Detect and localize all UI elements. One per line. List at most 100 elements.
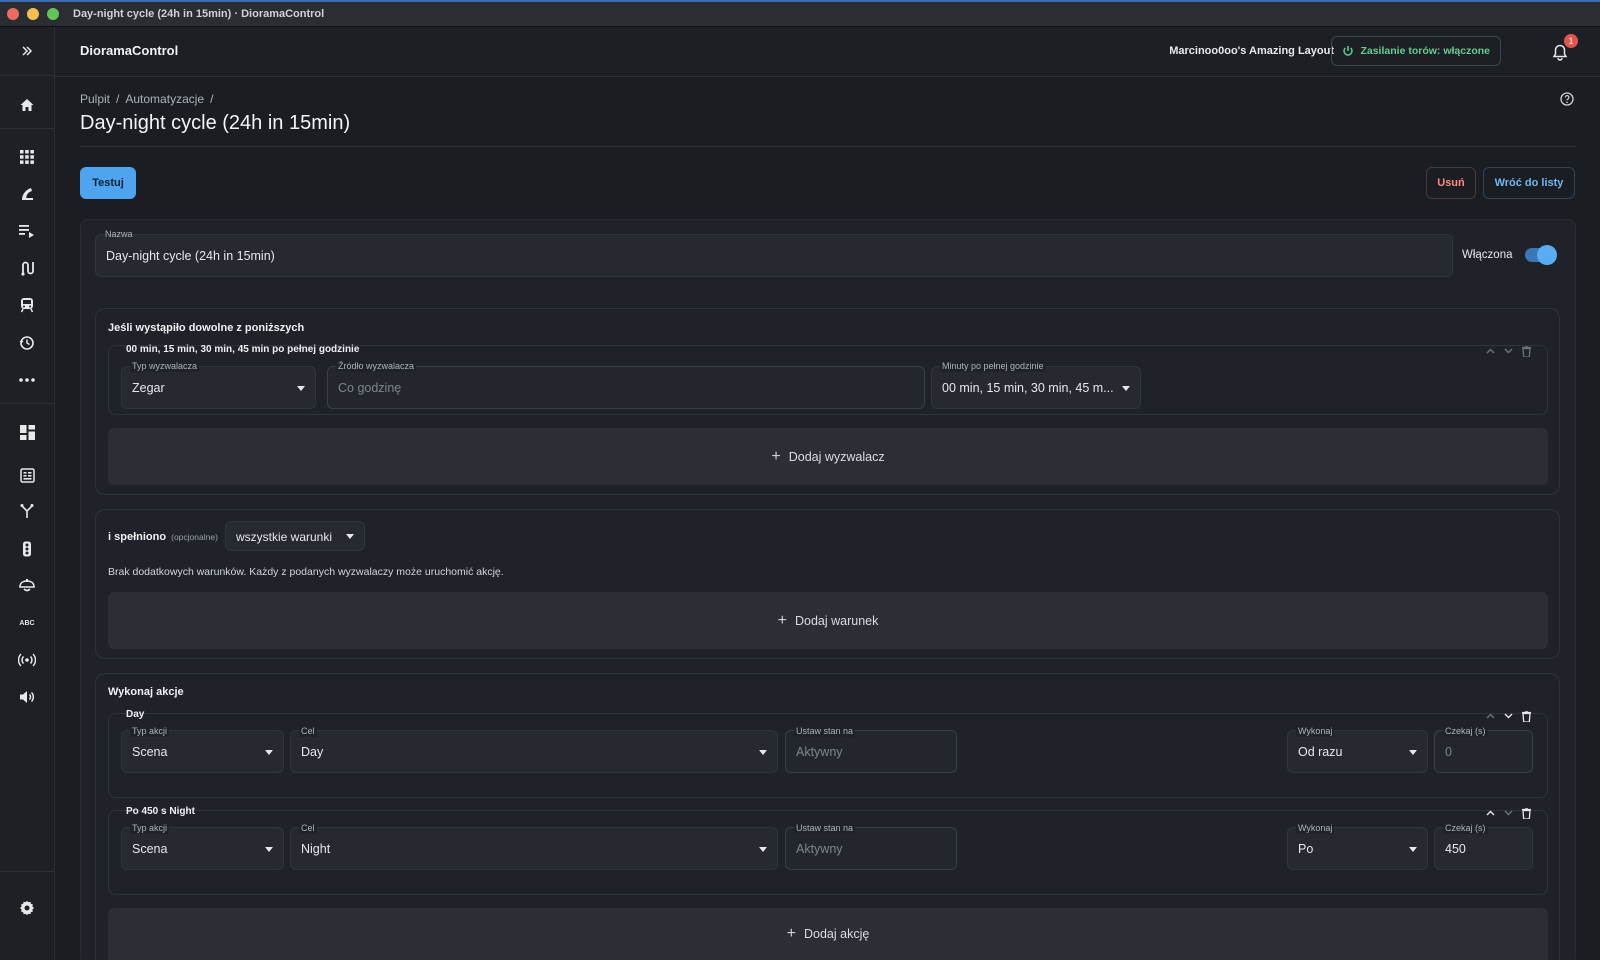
- trigger-type-label: Typ wyzwalacza: [130, 360, 200, 372]
- action-item-controls: [1485, 807, 1531, 819]
- layout-name[interactable]: Marcinoo0oo's Amazing Layout: [1169, 45, 1334, 57]
- conditions-mode-select[interactable]: wszystkie warunki: [225, 521, 365, 551]
- action-target-value: Day: [301, 744, 324, 759]
- dashboard-icon[interactable]: [14, 419, 40, 445]
- delete-icon[interactable]: [1521, 807, 1531, 819]
- power-icon: [1343, 46, 1354, 56]
- plus-icon: +: [786, 925, 796, 942]
- move-up-icon[interactable]: [1485, 711, 1495, 721]
- action-exec-value: Po: [1298, 841, 1314, 856]
- trigger-source-input[interactable]: Co godzinę: [327, 366, 925, 409]
- conditions-title: i spełniono (opcjonalne): [108, 531, 218, 543]
- track-power-button[interactable]: Zasilanie torów: włączone: [1331, 36, 1501, 66]
- delete-icon[interactable]: [1521, 710, 1531, 722]
- train-icon[interactable]: [14, 292, 40, 318]
- turnout-icon[interactable]: [14, 181, 40, 207]
- action-target-select[interactable]: Night: [290, 827, 778, 870]
- dropdown-caret-icon: [759, 846, 767, 852]
- trigger-source-label: Źródło wyzwalacza: [336, 360, 417, 372]
- action-item-title: Po 450 s Night: [126, 806, 195, 817]
- conditions-mode-value: wszystkie warunki: [236, 530, 333, 544]
- home-icon[interactable]: [14, 92, 40, 118]
- action-state-label: Ustaw stan na: [794, 725, 856, 737]
- trigger-item-controls: [1485, 345, 1531, 357]
- breadcrumb-item-dashboard[interactable]: Pulpit: [80, 92, 110, 106]
- routes-icon[interactable]: [14, 255, 40, 281]
- expand-icon[interactable]: [14, 38, 40, 64]
- add-trigger-button[interactable]: + Dodaj wyzwalacz: [108, 428, 1548, 485]
- dropdown-caret-icon: [265, 846, 273, 852]
- minutes-value: 00 min, 15 min, 30 min, 45 m...: [942, 380, 1114, 395]
- maximize-window-button[interactable]: [47, 8, 59, 20]
- window-controls: [7, 8, 59, 20]
- move-up-icon[interactable]: [1485, 808, 1495, 818]
- broadcast-icon[interactable]: [14, 647, 40, 673]
- move-down-icon[interactable]: [1503, 808, 1513, 818]
- grid-icon[interactable]: [14, 144, 40, 170]
- dropdown-caret-icon: [346, 534, 354, 539]
- toggle-knob: [1537, 245, 1557, 265]
- trigger-source-value: Co godzinę: [338, 380, 402, 395]
- conditions-title-text: i spełniono: [108, 531, 167, 543]
- action-target-select[interactable]: Day: [290, 730, 778, 773]
- abc-text: ABC: [19, 619, 35, 627]
- help-icon[interactable]: [1560, 92, 1576, 108]
- action-target-label: Cel: [299, 725, 317, 737]
- add-condition-button[interactable]: + Dodaj warunek: [108, 592, 1548, 649]
- add-action-button[interactable]: + Dodaj akcję: [108, 908, 1548, 960]
- close-window-button[interactable]: [7, 8, 19, 20]
- sidebar: ABC: [0, 27, 55, 960]
- action-exec-label: Wykonaj: [1296, 725, 1335, 737]
- lamp-icon[interactable]: [14, 573, 40, 599]
- back-to-list-button[interactable]: Wróć do listy: [1483, 167, 1575, 199]
- trigger-type-value: Zegar: [132, 380, 165, 395]
- enabled-label: Włączona: [1462, 249, 1513, 261]
- branch-icon[interactable]: [14, 498, 40, 524]
- window-title: Day-night cycle (24h in 15min) · Diorama…: [73, 8, 325, 20]
- add-action-label: Dodaj akcję: [804, 927, 870, 941]
- dropdown-caret-icon: [1122, 385, 1130, 391]
- action-wait-label: Czekaj (s): [1443, 822, 1488, 834]
- notification-badge: 1: [1564, 34, 1578, 48]
- minutes-select[interactable]: 00 min, 15 min, 30 min, 45 m...: [931, 366, 1141, 409]
- abc-icon[interactable]: ABC: [14, 610, 40, 636]
- move-down-icon[interactable]: [1503, 711, 1513, 721]
- panel-icon[interactable]: [14, 462, 40, 488]
- minimize-window-button[interactable]: [27, 8, 39, 20]
- action-exec-label: Wykonaj: [1296, 822, 1335, 834]
- move-down-icon[interactable]: [1503, 346, 1513, 356]
- test-button[interactable]: Testuj: [80, 167, 136, 199]
- triggers-title: Jeśli wystąpiło dowolne z poniższych: [108, 322, 305, 334]
- add-trigger-label: Dodaj wyzwalacz: [788, 449, 885, 464]
- conditions-info-text: Brak dodatkowych warunków. Każdy z podan…: [108, 566, 504, 578]
- app-name: DioramaControl: [80, 43, 179, 58]
- minutes-label: Minuty po pełnej godzinie: [940, 360, 1046, 372]
- name-field[interactable]: Day-night cycle (24h in 15min): [95, 234, 1453, 277]
- delete-button[interactable]: Usuń: [1426, 167, 1476, 199]
- enabled-toggle[interactable]: [1525, 245, 1557, 265]
- action-target-label: Cel: [299, 822, 317, 834]
- breadcrumb-separator: /: [210, 92, 214, 106]
- automation-icon[interactable]: [14, 330, 40, 356]
- notifications-button[interactable]: 1: [1548, 34, 1578, 64]
- breadcrumb: Pulpit / Automatyzacje /: [80, 92, 213, 106]
- playlist-icon[interactable]: [14, 218, 40, 244]
- plus-icon: +: [777, 611, 787, 629]
- breadcrumb-item-automations[interactable]: Automatyzacje: [125, 92, 204, 106]
- dropdown-caret-icon: [1409, 749, 1417, 755]
- delete-icon[interactable]: [1521, 345, 1531, 357]
- action-wait-value: 0: [1445, 744, 1452, 759]
- settings-icon[interactable]: [14, 895, 40, 921]
- action-type-label: Typ akcji: [130, 822, 170, 834]
- traffic-light-icon[interactable]: [14, 536, 40, 562]
- move-up-icon[interactable]: [1485, 346, 1495, 356]
- sound-icon[interactable]: [14, 684, 40, 710]
- action-item-title: Day: [126, 709, 145, 720]
- track-power-label: Zasilanie torów: włączone: [1360, 45, 1490, 57]
- actions-title: Wykonaj akcje: [108, 686, 184, 698]
- breadcrumb-separator: /: [116, 92, 120, 106]
- action-target-value: Night: [301, 841, 331, 856]
- action-type-value: Scena: [132, 841, 168, 856]
- trigger-type-select[interactable]: Zegar: [121, 366, 316, 409]
- more-icon[interactable]: [14, 367, 40, 393]
